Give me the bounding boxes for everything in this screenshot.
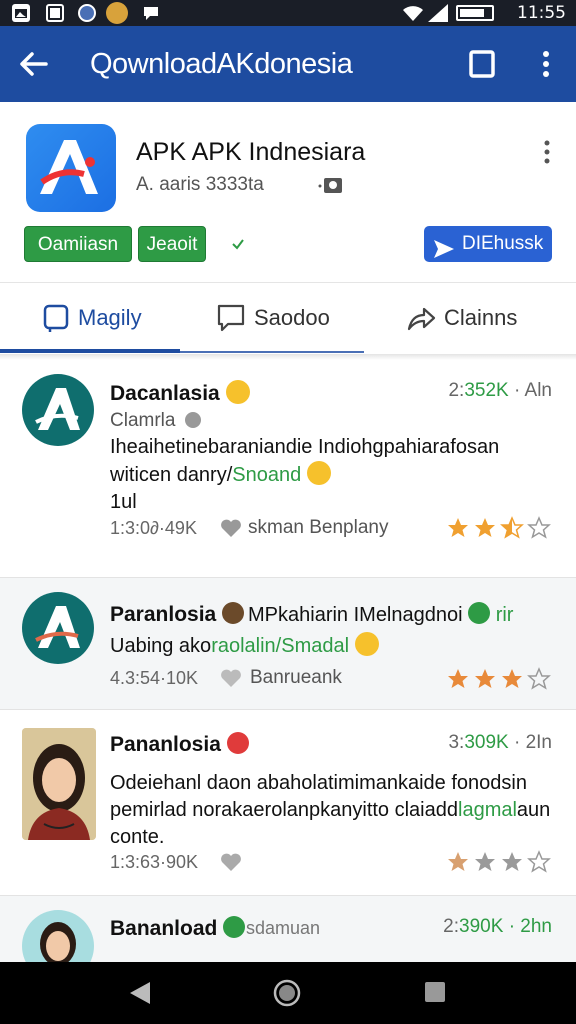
star-icon — [475, 518, 495, 537]
like-label: Banrueank — [250, 667, 342, 688]
chat-notification-icon — [142, 4, 160, 22]
star-empty-icon — [527, 667, 551, 690]
review-timestamp: 4.3:54·10K — [110, 668, 199, 688]
system-nav-bar — [0, 962, 576, 1024]
nav-home-icon[interactable] — [273, 979, 301, 1007]
avatar — [22, 374, 94, 446]
app-notification-icon — [106, 2, 128, 24]
app-more-icon[interactable] — [540, 138, 554, 166]
tab-divider — [180, 351, 364, 353]
like-label: skman Benplany — [248, 517, 389, 538]
download-button[interactable]: DIEhussk — [424, 226, 552, 262]
image-notification-icon — [12, 4, 30, 22]
review-meta: 2:390K · 2hn — [443, 916, 552, 937]
info-icon — [184, 412, 201, 428]
star-icon — [475, 669, 495, 688]
reviewer-name: Bananload — [110, 916, 246, 941]
star-icon — [448, 518, 468, 537]
review-timestamp: 1:3:63·90K — [110, 852, 199, 872]
status-bar: 11:55 — [0, 0, 576, 26]
app-logo — [26, 124, 116, 212]
rating-stars — [446, 667, 556, 691]
tab-comments[interactable]: Saodoo — [182, 283, 364, 353]
tab-share[interactable]: Clainns — [364, 283, 576, 353]
app-subtitle: A. aaris 3333ta — [136, 174, 264, 195]
avatar — [22, 592, 94, 664]
badge-icon — [226, 732, 249, 754]
review-meta: 2:352K · Aln — [448, 380, 552, 401]
tab-reviews[interactable]: Magily — [0, 283, 180, 353]
grin-emoji-icon — [306, 461, 331, 485]
wifi-icon — [402, 4, 424, 22]
star-half-icon — [500, 516, 524, 539]
review-meta: 3:309K · 2In — [448, 732, 552, 753]
star-icon — [448, 852, 468, 871]
app-name: APK APK Indnesiara — [136, 138, 366, 166]
tab-label: Saodoo — [254, 305, 330, 330]
send-icon — [434, 235, 454, 258]
download-button-label: DIEhussk — [462, 233, 544, 254]
nav-back-icon[interactable] — [128, 980, 152, 1006]
smile-emoji-icon — [354, 632, 379, 656]
app-bar: QownloadAKdonesia — [0, 26, 576, 102]
camera-icon — [318, 174, 346, 196]
reviewer-subtitle: Clamrla — [110, 410, 201, 432]
review-card[interactable]: Pananlosia 3:309K · 2In Odeiehanl daon a… — [0, 710, 576, 896]
battery-icon — [456, 5, 494, 21]
smile-emoji-icon — [225, 380, 250, 404]
reviewer-name: Pananlosia — [110, 732, 249, 757]
review-text: Iheaihetinebaraniandie Indiohgpahiarafos… — [110, 436, 500, 513]
review-card[interactable]: Bananload sdamuan 2:390K · 2hn — [0, 896, 576, 962]
status-time: 11:55 — [517, 3, 566, 23]
signal-icon — [428, 4, 448, 22]
review-text: Uabing akoraolalin/Smadal — [110, 632, 560, 660]
rating-stars — [446, 516, 556, 540]
star-grey-icon — [475, 852, 495, 871]
nav-recent-apps-icon[interactable] — [424, 981, 446, 1003]
reviewer-handle: sdamuan — [246, 918, 321, 938]
review-card[interactable]: Paranlosia MPkahiarin IMelnagdnoi rir Ua… — [0, 578, 576, 710]
reviewer-photo — [22, 910, 94, 962]
category-tag[interactable]: Jeaoit — [138, 226, 206, 262]
gallery-notification-icon — [46, 4, 64, 22]
verified-icon — [223, 916, 246, 938]
star-empty-icon — [527, 516, 551, 539]
category-tag[interactable]: Oamiiasn — [24, 226, 132, 262]
review-text: Odeiehanl daon abaholatimimankaide fonod… — [110, 772, 551, 848]
rating-stars — [446, 850, 556, 874]
back-arrow-icon[interactable] — [16, 46, 52, 82]
reviewer-handle: MPkahiarin IMelnagdnoi rir — [248, 602, 514, 626]
share-icon — [406, 303, 436, 333]
app-header: APK APK Indnesiara A. aaris 3333ta Oamii… — [0, 102, 576, 282]
review-card[interactable]: Dacanlasia 2:352K · Aln Clamrla Iheaihet… — [0, 360, 576, 578]
tab-bar: Magily Saodoo Clainns — [0, 282, 576, 354]
tab-label: Magily — [78, 305, 142, 330]
reviewer-photo — [22, 728, 96, 840]
checkmark-icon — [230, 236, 246, 252]
tab-label: Clainns — [444, 305, 518, 330]
star-grey-icon — [502, 852, 522, 871]
like-icon[interactable] — [220, 852, 242, 872]
app-bar-title: QownloadAKdonesia — [90, 48, 353, 80]
review-timestamp: 1:3:0∂·49K — [110, 518, 197, 538]
star-empty-icon — [527, 850, 551, 873]
like-icon[interactable] — [220, 518, 242, 538]
reviewer-name: Dacanlasia — [110, 380, 250, 406]
badge-icon — [222, 602, 245, 624]
tab-indicator — [0, 349, 180, 353]
settings-notification-icon — [78, 4, 96, 22]
comment-icon — [216, 303, 246, 333]
verified-icon — [468, 602, 491, 624]
star-icon — [502, 669, 522, 688]
phone-icon — [42, 303, 72, 333]
like-icon[interactable] — [220, 668, 242, 688]
reviewer-name: Paranlosia — [110, 602, 245, 627]
overflow-menu-icon[interactable] — [534, 46, 558, 82]
star-icon — [448, 669, 468, 688]
bookmark-icon[interactable] — [466, 48, 498, 80]
